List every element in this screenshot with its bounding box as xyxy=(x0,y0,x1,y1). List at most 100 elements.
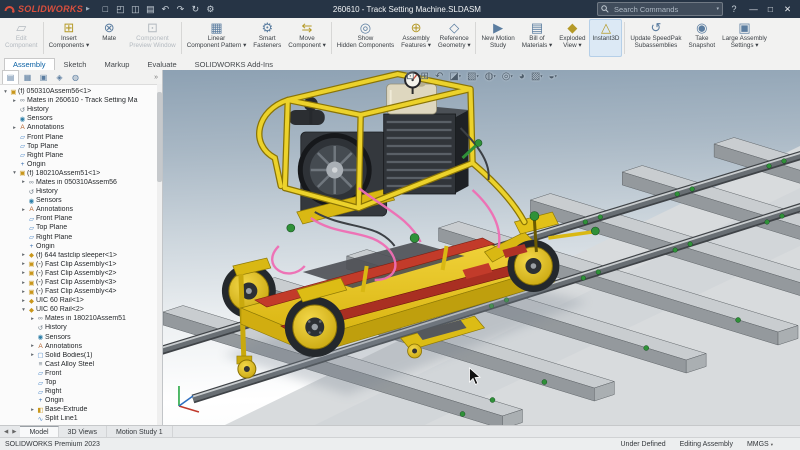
bill-of-materials-button[interactable]: ▤Bill ofMaterials ▾ xyxy=(519,19,555,57)
zoom-area-icon[interactable]: ⊞ xyxy=(421,71,429,82)
insert-components-button[interactable]: ⊞InsertComponents ▾ xyxy=(46,19,93,57)
open-file-icon[interactable]: ◰ xyxy=(114,0,127,18)
tree-item[interactable]: ▸▣(-) Fast Clip Assembly<4> xyxy=(0,287,162,296)
expand-arrow-icon[interactable]: ▸ xyxy=(20,179,27,185)
tree-item[interactable]: ▱Right xyxy=(0,387,162,396)
new-motion-study-button[interactable]: ▶New MotionStudy xyxy=(478,19,517,57)
tree-item[interactable]: ▸◆(f) 644 fastclip sleeper<1> xyxy=(0,251,162,260)
undo-icon[interactable]: ↶ xyxy=(159,0,172,18)
viewport-3d-scene[interactable] xyxy=(163,70,800,426)
tree-item[interactable]: ≡Cast Alloy Steel xyxy=(0,360,162,369)
apply-scene-icon[interactable]: ▨▾ xyxy=(531,71,543,82)
search-input[interactable] xyxy=(612,4,713,15)
expand-arrow-icon[interactable]: ▸ xyxy=(20,289,27,295)
panel-expand-icon[interactable]: » xyxy=(154,74,160,81)
expand-arrow-icon[interactable]: ▸ xyxy=(29,316,36,322)
tree-scrollbar-thumb[interactable] xyxy=(157,92,162,182)
new-file-icon[interactable]: □ xyxy=(99,0,112,18)
search-scope-caret-icon[interactable]: ▾ xyxy=(716,6,719,12)
options-icon[interactable]: ⚙ xyxy=(204,0,217,18)
expand-arrow-icon[interactable]: ▾ xyxy=(11,170,18,176)
menu-expand-icon[interactable]: ▶ xyxy=(86,6,90,12)
move-component-button[interactable]: ⇆MoveComponent ▾ xyxy=(285,19,328,57)
tree-item[interactable]: ▸AAnnotations xyxy=(0,342,162,351)
tree-item[interactable]: ↺History xyxy=(0,105,162,114)
tree-item[interactable]: ▸▣(-) Fast Clip Assembly<3> xyxy=(0,278,162,287)
tab-sketch[interactable]: Sketch xyxy=(55,58,96,70)
instant3d-button[interactable]: △Instant3D xyxy=(589,19,622,57)
tree-item[interactable]: ▸▣(-) Fast Clip Assembly<2> xyxy=(0,269,162,278)
tree-item[interactable]: ▸◆UIC 60 Rail<1> xyxy=(0,296,162,305)
expand-arrow-icon[interactable]: ▸ xyxy=(29,407,36,413)
tree-item[interactable]: ◉Sensors xyxy=(0,114,162,123)
expand-arrow-icon[interactable]: ▸ xyxy=(20,207,27,213)
tree-item[interactable]: ▱Top Plane xyxy=(0,223,162,232)
expand-arrow-icon[interactable]: ▾ xyxy=(20,307,27,313)
tree-item[interactable]: ◉Sensors xyxy=(0,333,162,342)
reference-geometry-button[interactable]: ◇ReferenceGeometry ▾ xyxy=(435,19,474,57)
tree-item[interactable]: ▸AAnnotations xyxy=(0,205,162,214)
maximize-button[interactable]: □ xyxy=(762,0,779,18)
minimize-button[interactable]: — xyxy=(745,0,762,18)
tree-item[interactable]: ▸∞Mates in 180210Assem51 xyxy=(0,314,162,323)
tree-item[interactable]: ∿Split Line1 xyxy=(0,414,162,423)
command-search[interactable]: ▾ xyxy=(597,2,723,16)
tree-item[interactable]: ▱Top xyxy=(0,378,162,387)
tree-item[interactable]: ▾▣(f) 180210Assem51<1> xyxy=(0,169,162,178)
assembly-features-button[interactable]: ⊕AssemblyFeatures ▾ xyxy=(398,19,434,57)
save-icon[interactable]: ◫ xyxy=(129,0,142,18)
take-snapshot-button[interactable]: ◉TakeSnapshot xyxy=(686,19,719,57)
graphics-viewport[interactable]: ⊡⊞↶◪▾▧▾◍▾◎▾◕▨▾◒▾ xyxy=(163,70,800,426)
view-settings-icon[interactable]: ◒▾ xyxy=(549,71,557,82)
configurationmanager-tab[interactable]: ▣ xyxy=(36,71,51,84)
tree-item[interactable]: ▾▣(f) 050310Assem56<1> xyxy=(0,87,162,96)
expand-arrow-icon[interactable]: ▸ xyxy=(20,280,27,286)
status-mmgs[interactable]: MMGS▾ xyxy=(747,441,773,448)
tree-item[interactable]: ▱Front Plane xyxy=(0,132,162,141)
expand-arrow-icon[interactable]: ▸ xyxy=(20,252,27,258)
expand-arrow-icon[interactable]: ▸ xyxy=(20,261,27,267)
section-view-icon[interactable]: ◪▾ xyxy=(449,71,461,82)
expand-arrow-icon[interactable]: ▾ xyxy=(2,89,9,95)
exploded-view-button[interactable]: ◆ExplodedView ▾ xyxy=(556,19,588,57)
model-tab-next-icon[interactable]: ▶ xyxy=(10,429,18,435)
tree-scrollbar[interactable] xyxy=(157,84,162,426)
tree-item[interactable]: ▱Right Plane xyxy=(0,233,162,242)
tree-item[interactable]: ◉Sensors xyxy=(0,196,162,205)
tree-item[interactable]: ▱Top Plane xyxy=(0,142,162,151)
linear-component-pattern-button[interactable]: ▦LinearComponent Pattern ▾ xyxy=(184,19,250,57)
expand-arrow-icon[interactable]: ▸ xyxy=(11,125,18,131)
print-icon[interactable]: ▤ xyxy=(144,0,157,18)
tree-item[interactable]: ▸▢Solid Bodies(1) xyxy=(0,351,162,360)
hide-show-items-icon[interactable]: ◎▾ xyxy=(502,71,513,82)
expand-arrow-icon[interactable]: ▸ xyxy=(20,270,27,276)
expand-arrow-icon[interactable]: ▸ xyxy=(20,298,27,304)
rebuild-icon[interactable]: ↻ xyxy=(189,0,202,18)
dimxpertmanager-tab[interactable]: ◈ xyxy=(52,71,67,84)
expand-arrow-icon[interactable]: ▸ xyxy=(29,352,36,358)
tab-solidworks-add-ins[interactable]: SOLIDWORKS Add-Ins xyxy=(186,58,282,70)
tree-item[interactable]: ↺History xyxy=(0,323,162,332)
tree-item[interactable]: ↺History xyxy=(0,187,162,196)
solidworks-logo[interactable]: SOLIDWORKS ▶ xyxy=(4,4,90,15)
tree-item[interactable]: ▸AAnnotations xyxy=(0,123,162,132)
tab-assembly[interactable]: Assembly xyxy=(4,58,55,70)
tree-item[interactable]: ▾◆UIC 60 Rail<2> xyxy=(0,305,162,314)
show-hidden-components-button[interactable]: ◎ShowHidden Components xyxy=(334,19,397,57)
view-orientation-icon[interactable]: ▧▾ xyxy=(467,71,479,82)
zoom-fit-icon[interactable]: ⊡ xyxy=(406,71,414,82)
propertymanager-tab[interactable]: ▦ xyxy=(20,71,35,84)
close-button[interactable]: ✕ xyxy=(779,0,796,18)
tree-item[interactable]: ▸∞Mates in 050310Assem56 xyxy=(0,178,162,187)
expand-arrow-icon[interactable]: ▸ xyxy=(11,98,18,104)
large-assembly-settings-button[interactable]: ▣Large AssemblySettings ▾ xyxy=(719,19,770,57)
smart-fasteners-button[interactable]: ⚙SmartFasteners xyxy=(250,19,284,57)
tree-item[interactable]: ▸▣(-) Fast Clip Assembly<1> xyxy=(0,260,162,269)
tab-markup[interactable]: Markup xyxy=(95,58,138,70)
edit-appearance-icon[interactable]: ◕ xyxy=(519,71,525,82)
tab-evaluate[interactable]: Evaluate xyxy=(138,58,185,70)
mate-button[interactable]: ⊗Mate xyxy=(93,19,125,57)
tree-item[interactable]: +Origin xyxy=(0,242,162,251)
update-speedpak-button[interactable]: ↺Update SpeedPakSubassemblies xyxy=(627,19,684,57)
redo-icon[interactable]: ↷ xyxy=(174,0,187,18)
